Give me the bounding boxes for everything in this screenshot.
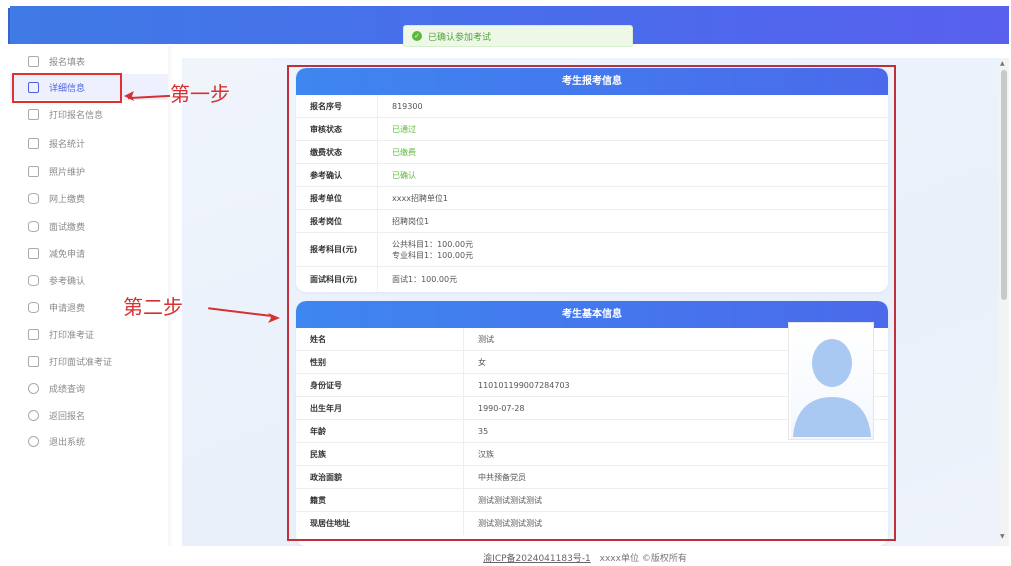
printer-icon: [28, 355, 39, 367]
sidebar-item-label: 申请退费: [49, 303, 86, 314]
step1-highlight-box: [12, 73, 122, 103]
sidebar-item-label: 退出系统: [49, 437, 86, 448]
printer-icon: [28, 108, 39, 120]
sidebar-item-back-to-registration[interactable]: 返回报名: [10, 402, 168, 428]
step1-arrow-icon: [124, 91, 134, 101]
photo-icon: [28, 165, 39, 177]
database-icon: [28, 220, 39, 232]
icp-link[interactable]: 渝ICP备2024041183号-1: [483, 554, 591, 564]
scroll-up-icon[interactable]: ▲: [1000, 60, 1005, 67]
sidebar-item-logout[interactable]: 退出系统: [10, 428, 168, 454]
check-circle-icon: ✓: [412, 31, 422, 41]
printer-icon: [28, 328, 39, 340]
search-icon: [28, 409, 39, 421]
sidebar-item-online-payment[interactable]: 网上缴费: [10, 185, 168, 211]
search-icon: [28, 382, 39, 394]
copyright-text: xxxx单位 ©版权所有: [599, 554, 687, 564]
sidebar-item-confirm-attendance[interactable]: 参考确认: [10, 267, 168, 293]
sidebar-item-label: 报名统计: [49, 139, 86, 150]
scrollbar-thumb[interactable]: [1001, 70, 1007, 300]
sidebar-item-label: 参考确认: [49, 276, 86, 287]
database-icon: [28, 301, 39, 313]
scroll-down-icon[interactable]: ▼: [1000, 533, 1005, 540]
sidebar-item-label: 返回报名: [49, 411, 86, 422]
sidebar-item-photo[interactable]: 照片维护: [10, 158, 168, 184]
sidebar-item-label: 减免申请: [49, 249, 86, 260]
sidebar-item-label: 网上缴费: [49, 194, 86, 205]
step2-highlight-box: [287, 65, 896, 541]
sidebar-item-score-query[interactable]: 成绩查询: [10, 375, 168, 401]
sidebar-item-label: 面试缴费: [49, 222, 86, 233]
sidebar-item-label: 打印报名信息: [49, 110, 104, 121]
sidebar-item-label: 报名填表: [49, 57, 86, 68]
database-icon: [28, 192, 39, 204]
sidebar-item-label: 打印面试准考证: [49, 357, 113, 368]
database-icon: [28, 274, 39, 286]
sidebar-item-label: 成绩查询: [49, 384, 86, 395]
step2-arrow-icon: [268, 313, 280, 323]
sidebar-item-registration-form[interactable]: 报名填表: [10, 48, 168, 74]
sidebar-item-label: 打印准考证: [49, 330, 95, 341]
toast-message: 已确认参加考试: [428, 32, 492, 43]
sidebar-item-label: 照片维护: [49, 167, 86, 178]
sidebar-item-statistics[interactable]: 报名统计: [10, 130, 168, 156]
step2-label: 第二步: [123, 295, 183, 319]
edit-icon: [28, 55, 39, 67]
sidebar-item-print-registration[interactable]: 打印报名信息: [10, 101, 168, 127]
document-icon: [28, 247, 39, 259]
sidebar-item-print-admission[interactable]: 打印准考证: [10, 321, 168, 347]
power-icon: [28, 435, 39, 447]
page: ✓ 已确认参加考试 报名填表 详细信息 打印报名信息 报名统计 照片维护 网上缴…: [0, 0, 1011, 566]
footer: 渝ICP备2024041183号-1 xxxx单位 ©版权所有: [170, 546, 1000, 566]
sidebar-item-interview-payment[interactable]: 面试缴费: [10, 213, 168, 239]
step1-label: 第一步: [170, 82, 230, 106]
sidebar-item-print-interview-admission[interactable]: 打印面试准考证: [10, 348, 168, 374]
success-toast: ✓ 已确认参加考试: [403, 25, 633, 47]
chart-icon: [28, 137, 39, 149]
sidebar-item-fee-waiver[interactable]: 减免申请: [10, 240, 168, 266]
